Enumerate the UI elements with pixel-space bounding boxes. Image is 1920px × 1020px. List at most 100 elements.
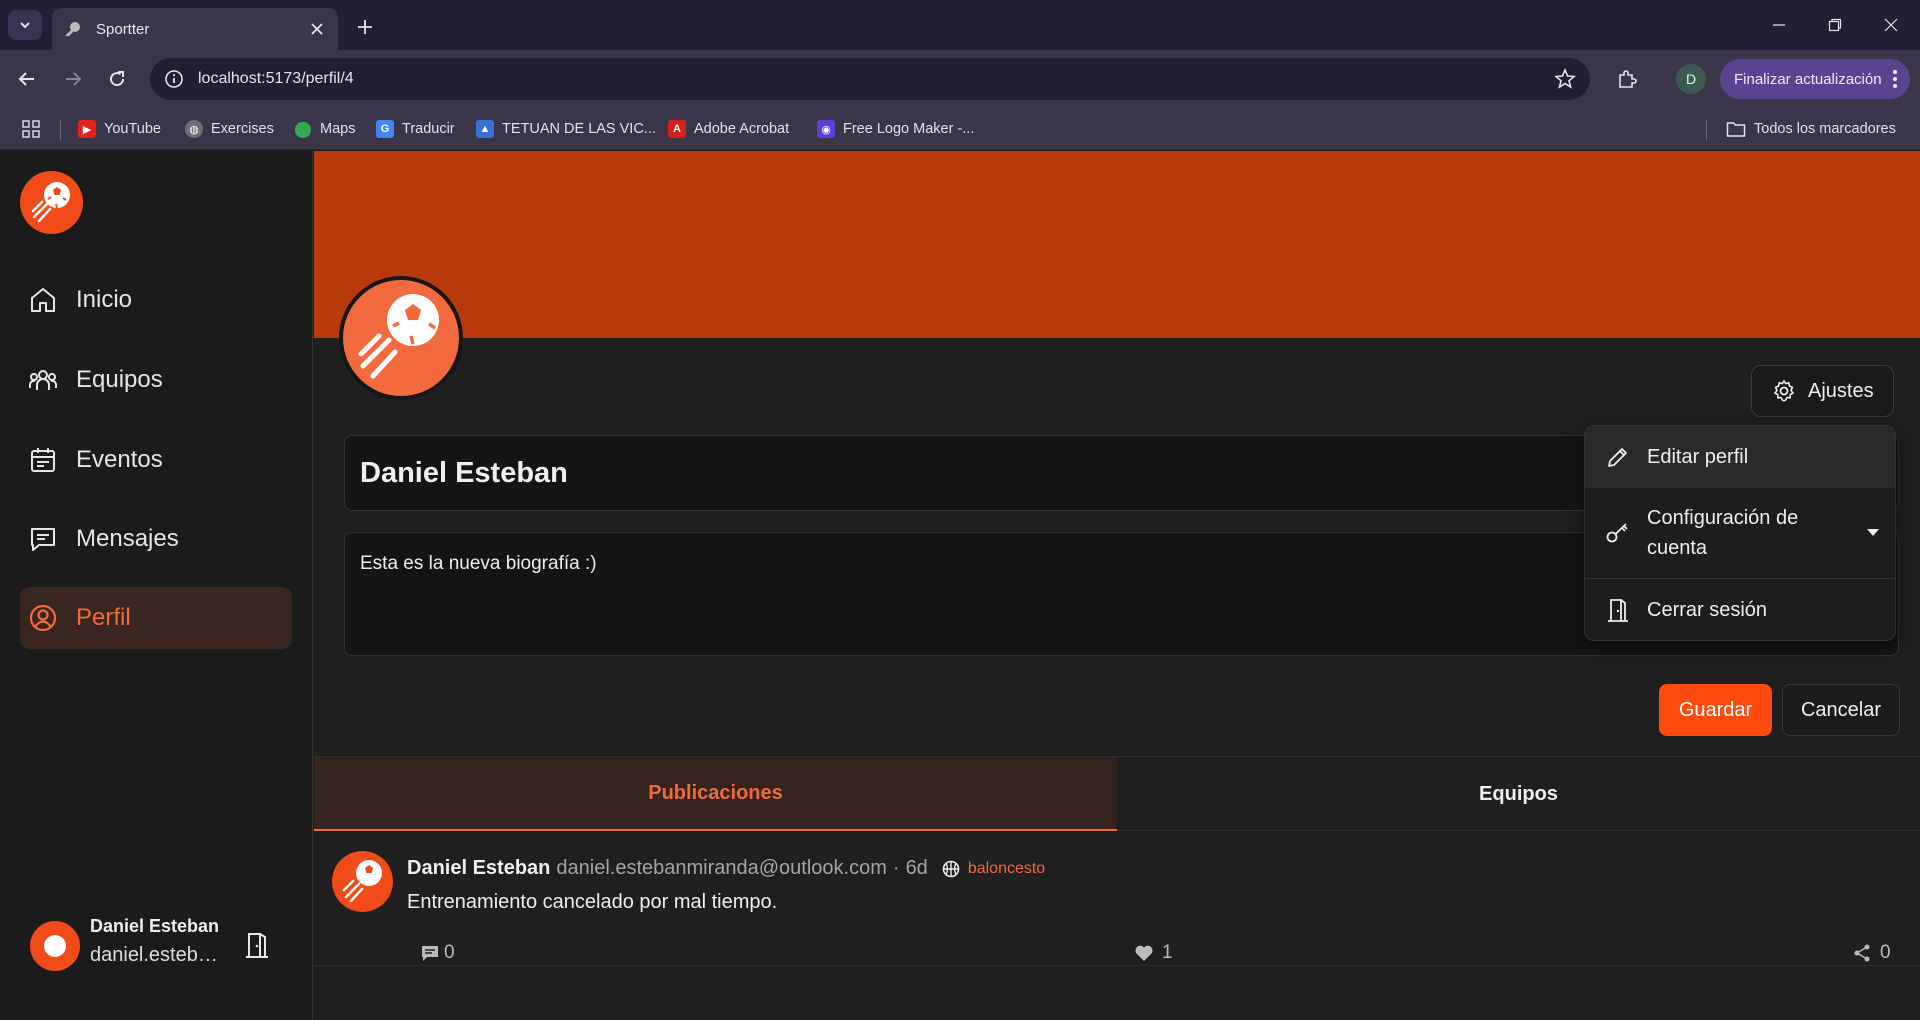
sidebar-item-mensajes[interactable]: Mensajes [20,508,292,570]
shares-count: 0 [1880,942,1891,963]
profile-avatar [339,276,463,400]
share-button[interactable]: 0 [1852,942,1891,964]
address-bar[interactable]: localhost:5173/perfil/4 [150,58,1590,100]
bookmark-label: Adobe Acrobat [694,121,790,137]
minimize-button[interactable] [1750,0,1808,50]
bookmark-label: TETUAN DE LAS VIC... [502,121,656,137]
post-separator: · [892,857,900,879]
comments-button[interactable]: 0 [420,942,455,964]
post-sport-tag[interactable]: baloncesto [968,860,1045,878]
bookmarks-bar: ▶ YouTube ◍ Exercises ⬤ Maps G Traducir … [0,108,1920,150]
sidebar-item-inicio[interactable]: Inicio [20,269,292,331]
more-vert-icon[interactable] [1892,69,1898,89]
menu-item-account-config[interactable]: Configuración de cuenta [1585,488,1895,578]
gear-icon [1774,380,1794,402]
profile-banner [314,151,1920,338]
all-bookmarks-label: Todos los marcadores [1754,121,1896,137]
user-circle-icon [29,604,57,632]
comments-count: 0 [444,942,455,963]
sidebar-user-name: Daniel Esteban [90,916,220,936]
close-window-button[interactable] [1862,0,1920,50]
door-logout-icon[interactable] [242,930,272,960]
bookmark-youtube[interactable]: ▶ YouTube [78,118,161,140]
cancel-button[interactable]: Cancelar [1782,684,1900,736]
bookmark-free-logo-maker[interactable]: ◉ Free Logo Maker -... [817,118,974,140]
reload-button[interactable] [100,62,134,96]
sidebar-item-label: Equipos [76,366,163,393]
calendar-icon [31,448,55,472]
users-icon [29,370,57,390]
update-label: Finalizar actualización [1734,70,1882,88]
browser-toolbar: localhost:5173/perfil/4 D Finalizar actu… [0,50,1920,108]
translate-icon: G [376,120,394,138]
restore-icon [1828,18,1842,32]
youtube-icon: ▶ [78,120,96,138]
minimize-icon [1773,24,1785,26]
sidebar-item-label: Eventos [76,446,163,473]
menu-item-label: Configuración de cuenta [1647,507,1799,559]
bookmark-maps[interactable]: ⬤ Maps [294,118,355,140]
sidebar-item-perfil[interactable]: Perfil [20,587,292,649]
apps-grid-icon [22,120,40,138]
bookmark-traducir[interactable]: G Traducir [376,118,455,140]
sidebar-item-equipos[interactable]: Equipos [20,349,292,411]
sidebar-user-card[interactable]: Daniel Esteban daniel.estebanmiranda@out… [30,916,290,976]
all-bookmarks-button[interactable]: Todos los marcadores [1726,118,1896,140]
sidebar-item-eventos[interactable]: Eventos [20,429,292,491]
graduation-cap-icon: ▲ [476,120,494,138]
settings-label: Ajustes [1808,379,1874,402]
bookmark-label: Exercises [211,121,274,137]
post-avatar[interactable] [332,851,393,912]
save-button[interactable]: Guardar [1659,684,1772,736]
settings-button[interactable]: Ajustes [1751,365,1894,417]
restore-button[interactable] [1806,0,1864,50]
flying-ball-icon [342,860,382,903]
bookmark-label: Free Logo Maker -... [843,121,975,137]
menu-item-edit-profile[interactable]: Editar perfil [1585,426,1895,488]
basketball-icon [942,860,960,877]
avatar-ball-icon [44,935,66,957]
folder-icon [1726,122,1746,137]
browser-tab[interactable]: Sportter [52,8,338,50]
bookmark-label: YouTube [104,121,161,137]
globe-icon: ◍ [185,120,203,138]
back-button[interactable] [10,62,44,96]
share-icon [1854,944,1870,962]
logo-maker-icon: ◉ [817,120,835,138]
plus-icon [358,20,372,34]
bookmark-star-icon[interactable] [1554,68,1576,90]
post-item[interactable]: Daniel Esteban daniel.estebanmiranda@out… [314,831,1920,966]
new-tab-button[interactable] [352,14,378,40]
sportter-logo[interactable] [20,171,83,234]
tab-equipos[interactable]: Equipos [1117,757,1920,831]
settings-dropdown-menu: Editar perfil Configuración de cuenta Ce… [1584,425,1896,641]
acrobat-icon: A [668,120,686,138]
post-author[interactable]: Daniel Esteban [407,857,550,880]
extensions-button[interactable] [1610,62,1644,96]
reload-icon [110,71,125,87]
tab-publicaciones[interactable]: Publicaciones [314,757,1117,831]
flying-ball-icon [31,182,70,223]
site-info-icon[interactable] [164,69,184,89]
bookmark-tetuan[interactable]: ▲ TETUAN DE LAS VIC... [476,118,656,140]
apps-button[interactable] [22,118,40,140]
tab-search-button[interactable] [8,10,42,40]
post-header: Daniel Esteban daniel.estebanmiranda@out… [407,857,1045,880]
bookmark-separator [1706,120,1707,140]
profile-tabs: Publicaciones Equipos [314,756,1920,831]
forward-button[interactable] [56,62,90,96]
bookmark-adobe-acrobat[interactable]: A Adobe Acrobat [668,118,789,140]
close-tab-icon[interactable] [308,20,326,38]
arrow-right-icon [66,72,82,86]
bookmark-label: Traducir [402,121,455,137]
browser-profile-avatar[interactable]: D [1676,64,1706,94]
update-browser-button[interactable]: Finalizar actualización [1720,59,1910,99]
menu-item-logout[interactable]: Cerrar sesión [1585,579,1895,640]
url-text[interactable]: localhost:5173/perfil/4 [198,70,1554,88]
home-icon [31,288,55,312]
maps-icon: ⬤ [294,121,312,138]
bookmark-exercises[interactable]: ◍ Exercises [185,118,274,140]
like-button[interactable]: 1 [1134,942,1173,964]
bookmark-separator [60,120,61,140]
puzzle-icon [1619,70,1637,88]
